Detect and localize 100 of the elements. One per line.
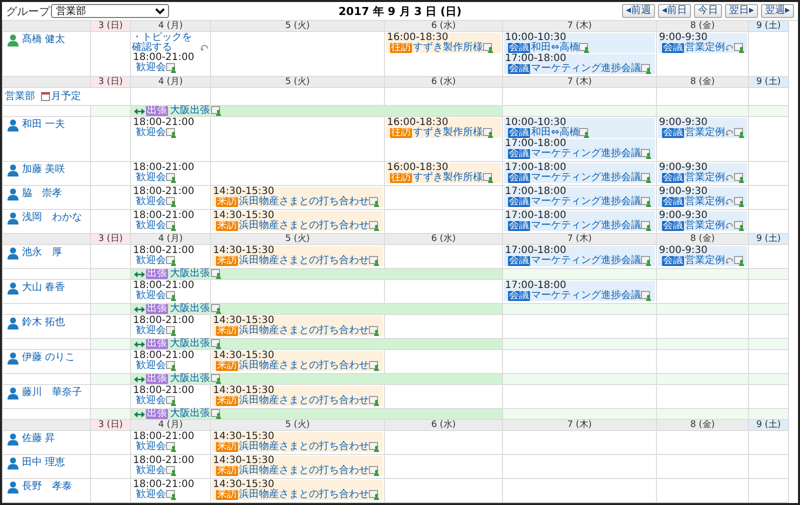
group-name-link[interactable]: 営業部 — [5, 91, 35, 102]
event-title-link[interactable]: 歓迎会 — [136, 291, 166, 301]
event-title-link[interactable]: 歓迎会 — [136, 173, 166, 183]
event-title-link[interactable]: 浜田物産さまとの打ち合わせ — [239, 396, 369, 406]
category-badge: 会議 — [662, 173, 684, 183]
day-header: 6 (水) — [385, 420, 503, 431]
event-title-link[interactable]: 和田⇔高橋 — [531, 43, 580, 53]
user-name-link[interactable]: 長野 孝泰 — [22, 481, 72, 492]
event-title-link[interactable]: 営業定例 — [685, 221, 725, 231]
note-icon — [166, 466, 177, 476]
event-title-link[interactable]: 歓迎会 — [136, 466, 166, 476]
event-title-link[interactable]: 浜田物産さまとの打ち合わせ — [239, 490, 369, 500]
category-badge: 出張 — [146, 374, 168, 384]
month-schedule-link[interactable]: 月予定 — [51, 91, 81, 102]
todo-link[interactable]: ・トピックを確認する — [132, 33, 200, 53]
event-title-link[interactable]: 歓迎会 — [136, 221, 166, 231]
user-name-link[interactable]: 大山 春香 — [22, 282, 66, 293]
category-badge: 来訪 — [216, 490, 238, 500]
user-name-link[interactable]: 浅岡 わかな — [22, 212, 82, 223]
nav-button[interactable]: ◂前週 — [622, 4, 655, 18]
event-time: 16:00-18:30 — [387, 163, 448, 173]
event-title-link[interactable]: 歓迎会 — [136, 442, 166, 452]
category-badge: 来訪 — [216, 256, 238, 266]
user-name-link[interactable]: 池永 厚 — [22, 247, 62, 258]
event-title-link[interactable]: 営業定例 — [685, 173, 725, 183]
event-time: 9:00-9:30 — [659, 187, 708, 197]
group-select[interactable]: 営業部 — [51, 4, 169, 18]
event-title-link[interactable]: マーケティング進捗会議 — [531, 256, 641, 266]
event-title-link[interactable]: マーケティング進捗会議 — [531, 149, 641, 159]
note-icon — [369, 326, 380, 336]
event-title-link[interactable]: 営業定例 — [685, 256, 725, 266]
day-header: 3 (日) — [91, 420, 131, 431]
note-icon — [734, 256, 745, 266]
nav-button[interactable]: 翌日▸ — [724, 4, 758, 18]
event-title-link[interactable]: 歓迎会 — [136, 256, 166, 266]
event-title-link[interactable]: 大阪出張 — [170, 374, 210, 384]
note-icon — [369, 256, 380, 266]
event-title-link[interactable]: 営業定例 — [685, 197, 725, 207]
event-title-link[interactable]: 歓迎会 — [136, 361, 166, 371]
user-name-link[interactable]: 加藤 美咲 — [22, 164, 66, 175]
event-title-link[interactable]: 浜田物産さまとの打ち合わせ — [239, 197, 369, 207]
user-name-link[interactable]: 伊藤 のりこ — [22, 352, 76, 363]
event-title-link[interactable]: 浜田物産さまとの打ち合わせ — [239, 442, 369, 452]
note-icon — [166, 361, 177, 371]
day-header: 3 (日) — [91, 21, 131, 32]
note-icon — [579, 128, 590, 138]
event-title-link[interactable]: 歓迎会 — [136, 63, 166, 73]
category-badge: 来訪 — [216, 396, 238, 406]
calendar-icon — [41, 92, 50, 101]
event-title-link[interactable]: 営業定例 — [685, 43, 725, 53]
user-name-link[interactable]: 佐藤 昇 — [22, 433, 56, 444]
event-title-link[interactable]: マーケティング進捗会議 — [531, 221, 641, 231]
user-name-link[interactable]: 髙橋 健太 — [22, 34, 66, 45]
day-header: 4 (月) — [131, 234, 211, 245]
category-badge: 往訪 — [390, 128, 412, 138]
event-title-link[interactable]: 大阪出張 — [170, 269, 210, 279]
event-title-link[interactable]: すずき製作所様 — [413, 128, 483, 138]
event-time: 14:30-15:30 — [213, 211, 274, 221]
event-title-link[interactable]: 歓迎会 — [136, 197, 166, 207]
event-time: 14:30-15:30 — [213, 187, 274, 197]
user-name-link[interactable]: 藤川 華奈子 — [22, 387, 82, 398]
day-header: 7 (木) — [503, 420, 657, 431]
event-title-link[interactable]: 大阪出張 — [170, 304, 210, 314]
event-time: 17:00-18:00 — [505, 54, 568, 64]
event-title-link[interactable]: 浜田物産さまとの打ち合わせ — [239, 256, 369, 266]
user-name-link[interactable]: 和田 一夫 — [22, 119, 66, 130]
event-title-link[interactable]: 和田⇔高橋 — [531, 128, 580, 138]
event-title-link[interactable]: 大阪出張 — [170, 106, 210, 116]
event-time: 17:00-18:00 — [505, 187, 568, 197]
note-icon — [369, 197, 380, 207]
user-name-link[interactable]: 鈴木 拓也 — [22, 317, 66, 328]
event-title-link[interactable]: マーケティング進捗会議 — [531, 64, 641, 74]
day-header: 8 (金) — [657, 234, 749, 245]
event-title-link[interactable]: 浜田物産さまとの打ち合わせ — [239, 361, 369, 371]
event-title-link[interactable]: 大阪出張 — [170, 409, 210, 419]
event-title-link[interactable]: 大阪出張 — [170, 339, 210, 349]
event-time: 18:00-21:00 — [133, 118, 196, 128]
event-title-link[interactable]: 浜田物産さまとの打ち合わせ — [239, 221, 369, 231]
event-title-link[interactable]: すずき製作所様 — [413, 173, 483, 183]
nav-button[interactable]: ◂前日 — [658, 4, 691, 18]
event-title-link[interactable]: マーケティング進捗会議 — [531, 291, 641, 301]
event-time: 16:00-18:30 — [387, 118, 448, 128]
event-title-link[interactable]: 浜田物産さまとの打ち合わせ — [239, 466, 369, 476]
user-name-link[interactable]: 脇 崇孝 — [22, 188, 62, 199]
event-title-link[interactable]: 浜田物産さまとの打ち合わせ — [239, 326, 369, 336]
event-title-link[interactable]: マーケティング進捗会議 — [531, 173, 641, 183]
nav-button[interactable]: 今日 — [694, 4, 722, 18]
double-arrow-icon — [134, 306, 145, 312]
event-title-link[interactable]: マーケティング進捗会議 — [531, 197, 641, 207]
event-title-link[interactable]: 歓迎会 — [136, 396, 166, 406]
event-title-link[interactable]: 歓迎会 — [136, 490, 166, 500]
note-icon — [641, 291, 652, 301]
nav-button[interactable]: 翌週▸ — [760, 4, 794, 18]
event-title-link[interactable]: 歓迎会 — [136, 326, 166, 336]
event-title-link[interactable]: 営業定例 — [685, 128, 725, 138]
event-title-link[interactable]: 歓迎会 — [136, 128, 166, 138]
day-header: 3 (日) — [91, 77, 131, 88]
user-name-link[interactable]: 田中 理恵 — [22, 457, 66, 468]
note-icon — [211, 269, 222, 279]
event-title-link[interactable]: すずき製作所様 — [413, 43, 483, 53]
